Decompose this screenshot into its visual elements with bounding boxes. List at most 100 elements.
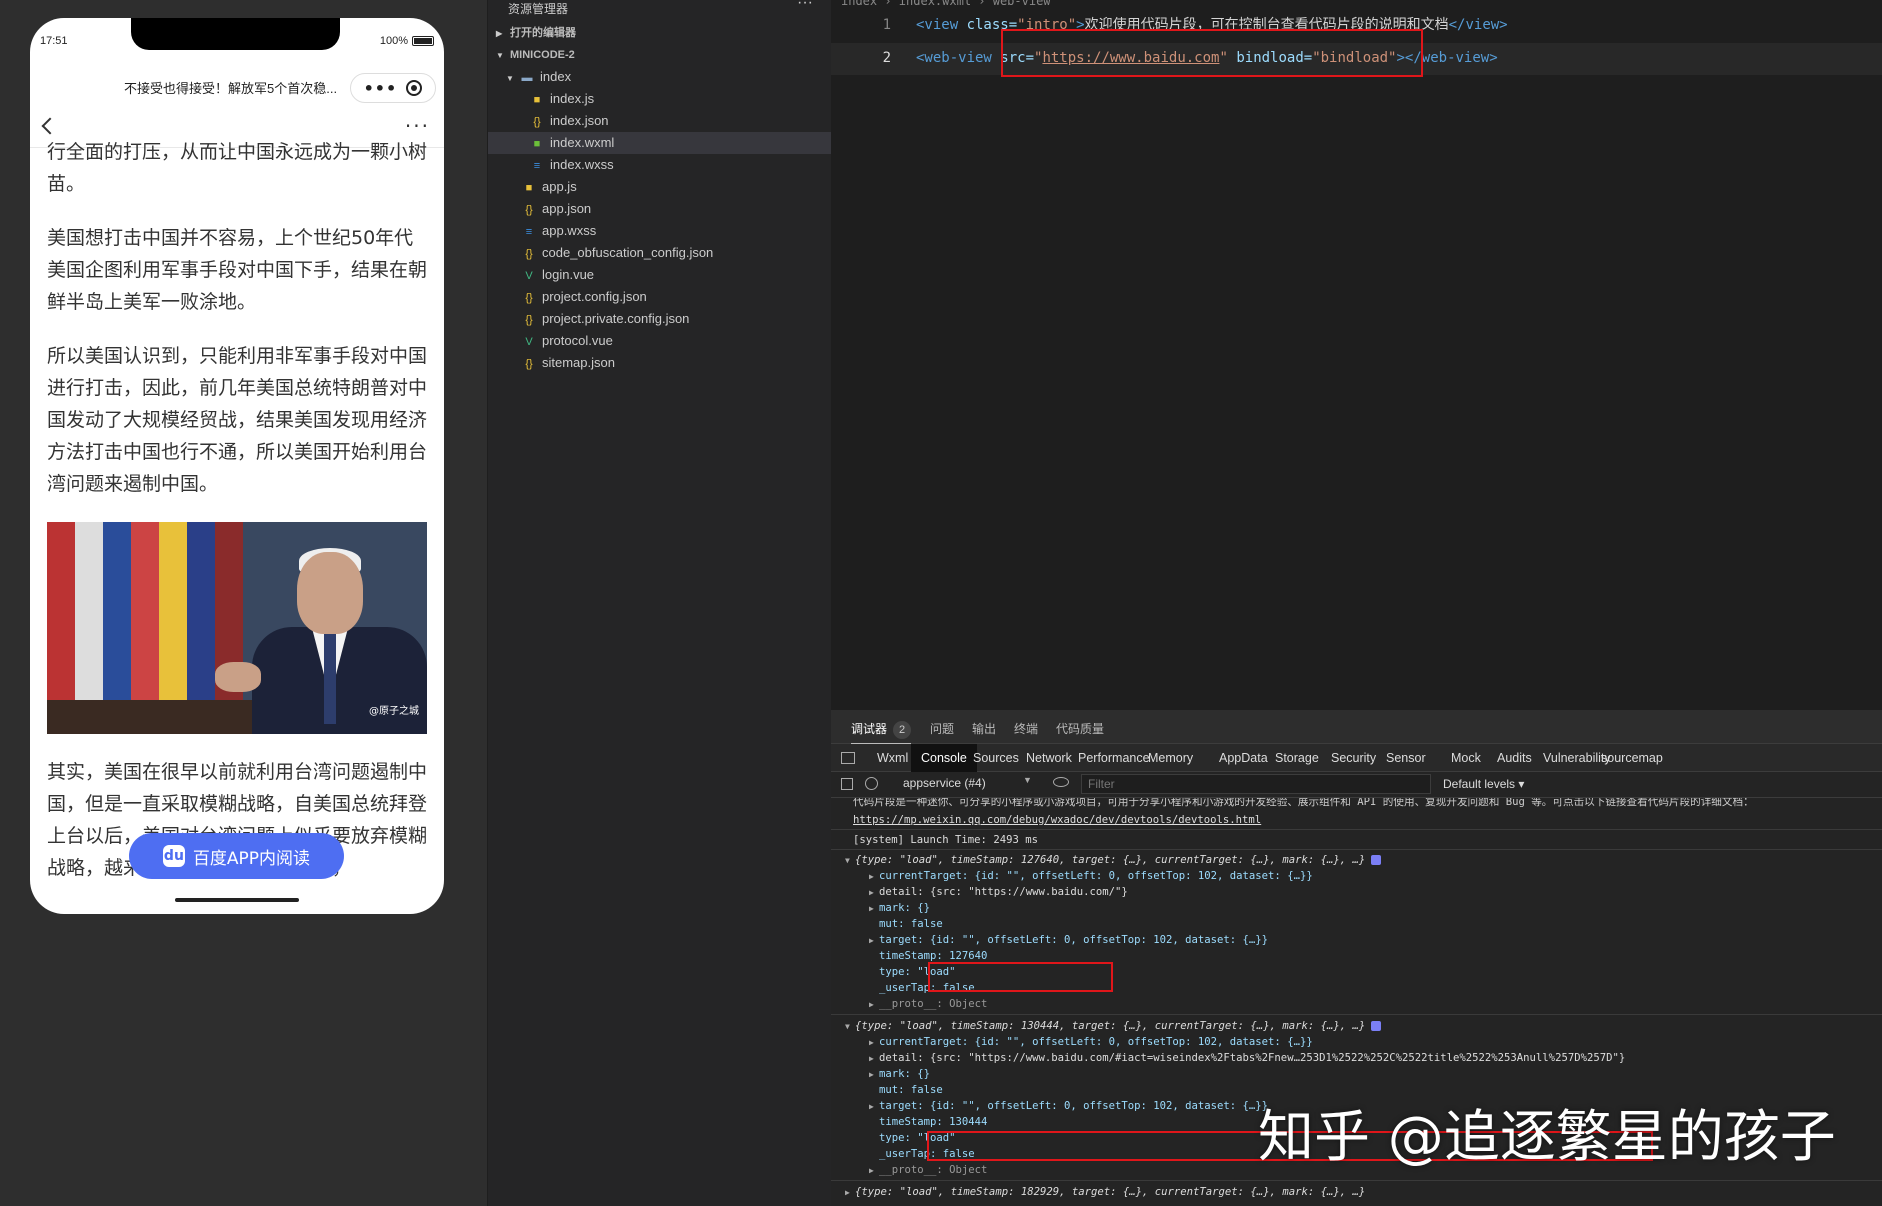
- file-tree-label: index: [540, 69, 572, 84]
- tab-debugger[interactable]: 调试器 2: [851, 720, 912, 745]
- article-body: 行全面的打压，从而让中国永远成为一颗小树苗。 美国想打击中国并不容易，上个世纪5…: [47, 141, 428, 906]
- file-tree-item[interactable]: {} index.json: [488, 110, 831, 132]
- miniprogram-capsule: •••: [350, 73, 436, 103]
- tab-sensor[interactable]: Sensor: [1376, 744, 1436, 772]
- file-tree-item[interactable]: {} code_obfuscation_config.json: [488, 242, 831, 264]
- tab-storage[interactable]: Storage: [1265, 744, 1329, 772]
- file-tree-item[interactable]: Vprotocol.vue: [488, 330, 831, 352]
- info-icon: [1371, 855, 1382, 865]
- info-icon: [1371, 1021, 1382, 1031]
- file-tree-item[interactable]: ≡ app.wxss: [488, 220, 831, 242]
- project-section[interactable]: ▼ MINICODE-2: [488, 44, 831, 66]
- file-tree-label: app.js: [542, 179, 577, 194]
- file-tree-label: project.private.config.json: [542, 311, 690, 326]
- explorer-more-icon[interactable]: ···: [797, 0, 813, 12]
- tab-sourcemap[interactable]: sourcemap: [1591, 744, 1673, 772]
- article-paragraph: 所以美国认识到，只能利用非军事手段对中国进行打击，因此，前几年美国总统特朗普对中…: [47, 345, 428, 495]
- file-tree-label: app.json: [542, 201, 592, 216]
- panel-tabs: Wxml Console Sources Network Performance Memo…: [831, 744, 1882, 772]
- tab-mock[interactable]: Mock: [1441, 744, 1491, 772]
- console-prop[interactable]: ▶ detail: {src: "https://www.baidu.com/"}: [869, 884, 1882, 900]
- expand-triangle-icon: ▼: [845, 1022, 850, 1031]
- inspect-element-icon[interactable]: [841, 752, 855, 764]
- chevron-down-icon: ▼: [1023, 775, 1032, 785]
- tab-code-quality[interactable]: 代码质量: [1056, 720, 1104, 737]
- back-arrow-icon[interactable]: [41, 117, 59, 135]
- console-prop[interactable]: ▶ mark: {}: [869, 900, 1882, 916]
- file-tree-label: project.config.json: [542, 289, 647, 304]
- file-tree-label: app.wxss: [542, 223, 597, 238]
- console-prop[interactable]: ▶ mark: {}: [869, 1066, 1882, 1082]
- wxss-file-icon: ≡: [533, 160, 541, 172]
- js-file-icon: ■: [533, 94, 541, 106]
- article-photo: @原子之城: [47, 522, 427, 734]
- console-object-row[interactable]: ▼ {type: "load", timeStamp: 130444, targe…: [845, 1018, 1882, 1034]
- live-expression-eye-icon[interactable]: [1053, 777, 1069, 787]
- tab-issues[interactable]: 问题: [930, 720, 954, 737]
- file-tree-label: sitemap.json: [542, 355, 615, 370]
- file-tree-label: index.wxml: [550, 135, 615, 150]
- file-tree-item[interactable]: ≡ index.wxss: [488, 154, 831, 176]
- miniprogram-title: 不接受也得接受！解放军5个首次稳...: [124, 80, 338, 96]
- console-prop[interactable]: ▶ detail: {src: "https://www.baidu.com/#i…: [869, 1050, 1882, 1066]
- log-levels-select[interactable]: Default levels ▾: [1443, 777, 1524, 791]
- file-tree-label: protocol.vue: [542, 333, 613, 348]
- code-token: <web-view: [916, 50, 1001, 66]
- chevron-down-icon: ▼: [506, 74, 514, 83]
- console-prop[interactable]: ▶ __proto__: Object: [869, 996, 1882, 1012]
- console-prop[interactable]: ▶ target: {id: "", offsetLeft: 0, offsetT…: [869, 932, 1882, 948]
- file-tree-item[interactable]: {} app.json: [488, 198, 831, 220]
- close-miniprogram-icon[interactable]: [406, 80, 423, 96]
- tab-memory[interactable]: Memory: [1138, 744, 1203, 772]
- console-link[interactable]: https://mp.weixin.qq.com/debug/wxadoc/de…: [853, 812, 1882, 828]
- console-message: [system] Launch Time: 2493 ms: [853, 834, 1038, 846]
- code-editor[interactable]: index › index.wxml › web-view 1 <view cl…: [831, 0, 1882, 710]
- read-in-app-label: 百度APP内阅读: [192, 848, 311, 869]
- expand-triangle-icon: ▼: [845, 856, 850, 865]
- json-file-icon: {}: [525, 248, 533, 260]
- baidu-paw-icon: du: [162, 845, 185, 867]
- code-token: <view: [916, 17, 967, 33]
- miniprogram-title-bar: 不接受也得接受！解放军5个首次稳... •••: [30, 68, 444, 106]
- json-file-icon: {}: [525, 314, 533, 326]
- explorer-title: 资源管理器: [508, 2, 569, 16]
- console-object-row[interactable]: ▶ {type: "load", timeStamp: 182929, targe…: [845, 1184, 1882, 1200]
- chevron-right-icon: ▶: [496, 29, 503, 38]
- console-object-row[interactable]: ▼ {type: "load", timeStamp: 127640, targe…: [845, 852, 1882, 868]
- sidebar-toggle-icon[interactable]: [841, 778, 853, 790]
- more-options-icon[interactable]: ···: [405, 114, 430, 138]
- file-tree-item[interactable]: {} sitemap.json: [488, 352, 831, 374]
- open-editors-section[interactable]: ▶ 打开的编辑器: [488, 22, 831, 44]
- file-tree-item[interactable]: ▼ ▬ index: [488, 66, 831, 88]
- tab-output[interactable]: 输出: [972, 720, 996, 737]
- zhihu-watermark: 知乎 @追逐繁星的孩子: [1258, 1105, 1836, 1170]
- console-filter-input[interactable]: [1081, 774, 1431, 794]
- expand-triangle-icon: ▶: [845, 1188, 850, 1197]
- file-tree-item[interactable]: ■ index.wxml: [488, 132, 831, 154]
- context-select[interactable]: appservice (#4): [903, 776, 1033, 790]
- console-prop: mut: false: [879, 918, 943, 930]
- tab-terminal[interactable]: 终端: [1014, 720, 1038, 737]
- file-tree-item[interactable]: Vlogin.vue: [488, 264, 831, 286]
- file-tree-item[interactable]: {} project.private.config.json: [488, 308, 831, 330]
- file-tree-item[interactable]: ■ index.js: [488, 88, 831, 110]
- json-file-icon: {}: [525, 358, 533, 370]
- file-tree-item[interactable]: {} project.config.json: [488, 286, 831, 308]
- more-menu-icon[interactable]: •••: [364, 79, 398, 98]
- wxml-file-icon: ■: [533, 138, 541, 150]
- console-message: 代码片段是一种迷你、可分享的小程序或小游戏项目，可用于分享小程序和小游戏的开发经…: [853, 798, 1754, 808]
- console-prop[interactable]: ▶ currentTarget: {id: "", offsetLeft: 0, …: [869, 868, 1882, 884]
- console-prop[interactable]: ▶ currentTarget: {id: "", offsetLeft: 0, …: [869, 1034, 1882, 1050]
- console-toolbar: appservice (#4) ▼ Default levels ▾: [831, 772, 1882, 798]
- read-in-app-button[interactable]: du 百度APP内阅读: [129, 833, 344, 879]
- clear-console-icon[interactable]: [865, 777, 878, 790]
- article-paragraph: 行全面的打压，从而让中国永远成为一颗小树苗。: [47, 141, 428, 195]
- photo-credit: @原子之城: [369, 706, 419, 717]
- phone-notch: [131, 18, 340, 50]
- phone-simulator: 17:51 100% 不接受也得接受！解放军5个首次稳... ••• ··· 行…: [30, 18, 444, 914]
- file-tree-item[interactable]: ■ app.js: [488, 176, 831, 198]
- line-number: 2: [882, 50, 891, 66]
- json-file-icon: {}: [525, 204, 533, 216]
- file-tree-label: index.json: [550, 113, 609, 128]
- file-tree-label: index.js: [550, 91, 595, 106]
